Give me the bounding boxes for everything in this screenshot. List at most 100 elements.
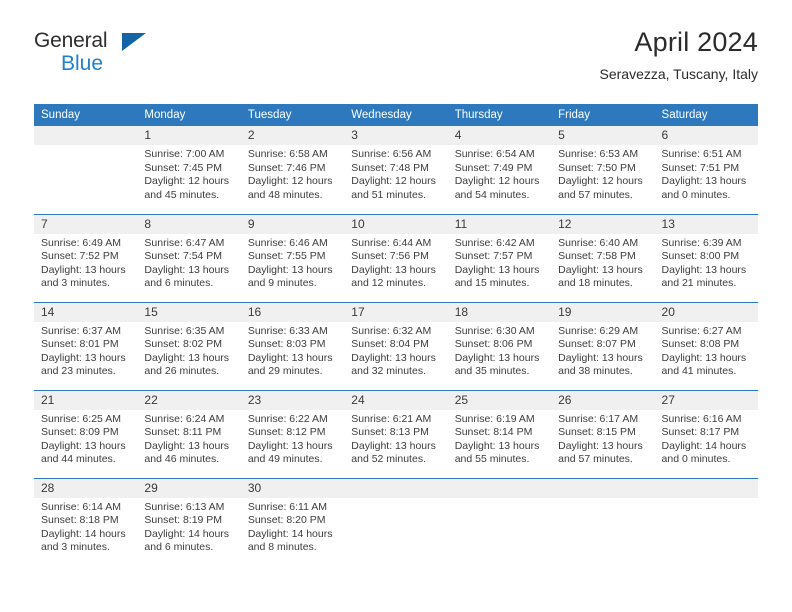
sunrise-time: Sunrise: 6:54 AM <box>454 148 535 160</box>
calendar-day-cell[interactable]: 12 Sunrise: 6:40 AM Sunset: 7:58 PM Dayligh… <box>551 213 655 302</box>
sunset-time: Sunset: 8:01 PM <box>41 338 119 351</box>
calendar-week-row: 28 Sunrise: 6:14 AM Sunset: 8:18 PM Dayligh… <box>34 477 758 566</box>
calendar-day-cell[interactable]: 7 Sunrise: 6:49 AM Sunset: 7:52 PM Daylight… <box>34 213 138 302</box>
calendar-day-cell[interactable]: 29 Sunrise: 6:13 AM Sunset: 8:19 PM Dayligh… <box>137 477 241 566</box>
day-number: 8 <box>137 214 241 234</box>
sunset-time: Sunset: 7:58 PM <box>558 250 636 263</box>
sunrise-time: Sunrise: 6:39 AM <box>661 236 742 249</box>
calendar-day-cell[interactable]: 19 Sunrise: 6:29 AM Sunset: 8:07 PM Dayligh… <box>551 301 655 390</box>
sunrise-time: Sunrise: 6:29 AM <box>558 324 639 337</box>
calendar-day-cell[interactable]: 10 Sunrise: 6:44 AM Sunset: 7:56 PM Dayligh… <box>344 213 448 302</box>
sunrise-time: Sunrise: 6:49 AM <box>41 236 121 249</box>
day-details: Sunrise: 6:27 AM Sunset: 8:08 PM Daylight:… <box>655 322 758 379</box>
weekday-header-tuesday: Tuesday <box>240 104 345 126</box>
daylight-line-2: and 41 minutes. <box>661 365 737 378</box>
day-number: 18 <box>447 302 552 322</box>
calendar-empty-cell <box>551 477 655 566</box>
day-details: Sunrise: 6:25 AM Sunset: 8:09 PM Daylight:… <box>34 410 137 467</box>
daylight-line-1: Daylight: 13 hours <box>247 439 333 452</box>
calendar-day-cell[interactable]: 26 Sunrise: 6:17 AM Sunset: 8:15 PM Dayligh… <box>551 389 655 478</box>
calendar-empty-cell <box>447 477 552 566</box>
sunrise-time: Sunrise: 6:13 AM <box>144 500 225 513</box>
sunset-time: Sunset: 8:00 PM <box>661 250 740 263</box>
sunset-time: Sunset: 7:56 PM <box>351 250 429 263</box>
daylight-line-2: and 18 minutes. <box>558 277 633 290</box>
day-number: 28 <box>34 478 138 498</box>
sunrise-time: Sunrise: 6:25 AM <box>41 412 121 425</box>
logo-text-blue: Blue <box>61 52 104 75</box>
calendar-day-cell[interactable]: 28 Sunrise: 6:14 AM Sunset: 8:18 PM Dayligh… <box>34 477 138 566</box>
sunrise-time: Sunrise: 6:40 AM <box>558 236 639 249</box>
day-number: 22 <box>137 390 241 410</box>
calendar-day-cell[interactable]: 20 Sunrise: 6:27 AM Sunset: 8:08 PM Dayligh… <box>654 301 758 390</box>
calendar-day-cell[interactable]: 16 Sunrise: 6:33 AM Sunset: 8:03 PM Dayligh… <box>240 301 345 390</box>
daylight-line-2: and 3 minutes. <box>41 541 110 554</box>
daylight-line-2: and 32 minutes. <box>351 365 426 378</box>
day-details: Sunrise: 6:56 AM Sunset: 7:48 PM Daylight:… <box>344 145 447 202</box>
calendar-day-cell[interactable]: 27 Sunrise: 6:16 AM Sunset: 8:17 PM Dayligh… <box>654 389 758 478</box>
daylight-line-1: Daylight: 13 hours <box>247 351 333 364</box>
day-number: 4 <box>447 126 552 145</box>
daylight-line-2: and 44 minutes. <box>41 453 116 466</box>
sunset-time: Sunset: 7:48 PM <box>351 161 429 174</box>
calendar-day-cell[interactable]: 1 Sunrise: 7:00 AM Sunset: 7:45 PM Daylight… <box>137 126 241 214</box>
day-number: 9 <box>240 214 345 234</box>
calendar-day-cell[interactable]: 18 Sunrise: 6:30 AM Sunset: 8:06 PM Dayligh… <box>447 301 552 390</box>
calendar-day-cell[interactable]: 4 Sunrise: 6:54 AM Sunset: 7:49 PM Daylight… <box>447 126 552 214</box>
daylight-line-2: and 45 minutes. <box>144 188 220 201</box>
sunrise-time: Sunrise: 6:19 AM <box>454 412 535 425</box>
calendar-day-cell[interactable]: 21 Sunrise: 6:25 AM Sunset: 8:09 PM Dayligh… <box>34 389 138 478</box>
day-details: Sunrise: 6:51 AM Sunset: 7:51 PM Daylight:… <box>655 145 758 202</box>
daylight-line-1: Daylight: 13 hours <box>144 351 230 364</box>
daylight-line-1: Daylight: 13 hours <box>41 351 126 364</box>
sunset-time: Sunset: 8:08 PM <box>661 338 740 351</box>
calendar-day-cell[interactable]: 2 Sunrise: 6:58 AM Sunset: 7:46 PM Daylight… <box>240 126 345 214</box>
calendar-day-cell[interactable]: 23 Sunrise: 6:22 AM Sunset: 8:12 PM Dayligh… <box>240 389 345 478</box>
day-details: Sunrise: 6:42 AM Sunset: 7:57 PM Daylight:… <box>448 234 551 291</box>
generalblue-logo[interactable]: General Blue <box>34 30 164 82</box>
day-details: Sunrise: 6:33 AM Sunset: 8:03 PM Daylight:… <box>241 322 344 379</box>
daylight-line-2: and 15 minutes. <box>454 277 530 290</box>
calendar-day-cell[interactable]: 14 Sunrise: 6:37 AM Sunset: 8:01 PM Dayligh… <box>34 301 138 390</box>
sunset-time: Sunset: 7:54 PM <box>144 250 223 263</box>
day-details: Sunrise: 6:21 AM Sunset: 8:13 PM Daylight:… <box>344 410 447 467</box>
sunrise-time: Sunrise: 6:30 AM <box>454 324 535 337</box>
day-number <box>654 478 758 498</box>
day-number: 10 <box>344 214 448 234</box>
daylight-line-2: and 3 minutes. <box>41 277 110 290</box>
calendar-day-cell[interactable]: 11 Sunrise: 6:42 AM Sunset: 7:57 PM Dayligh… <box>447 213 552 302</box>
sunset-time: Sunset: 8:09 PM <box>41 426 119 439</box>
daylight-line-1: Daylight: 13 hours <box>661 351 747 364</box>
sunset-time: Sunset: 8:02 PM <box>144 338 223 351</box>
sunrise-time: Sunrise: 6:51 AM <box>661 148 742 160</box>
calendar-day-cell[interactable]: 30 Sunrise: 6:11 AM Sunset: 8:20 PM Dayligh… <box>240 477 345 566</box>
daylight-line-1: Daylight: 13 hours <box>144 439 230 452</box>
day-details: Sunrise: 6:29 AM Sunset: 8:07 PM Daylight:… <box>551 322 654 379</box>
daylight-line-1: Daylight: 14 hours <box>41 527 126 540</box>
day-details: Sunrise: 6:14 AM Sunset: 8:18 PM Daylight:… <box>34 498 137 555</box>
sunrise-time: Sunrise: 6:33 AM <box>247 324 328 337</box>
calendar-day-cell[interactable]: 24 Sunrise: 6:21 AM Sunset: 8:13 PM Dayligh… <box>344 389 448 478</box>
daylight-line-1: Daylight: 13 hours <box>558 263 643 276</box>
day-details: Sunrise: 6:17 AM Sunset: 8:15 PM Daylight:… <box>551 410 654 467</box>
page-header: General Blue April 2024 Seravezza, Tusca… <box>34 26 758 96</box>
calendar-day-cell[interactable]: 15 Sunrise: 6:35 AM Sunset: 8:02 PM Dayligh… <box>137 301 241 390</box>
calendar-day-cell[interactable]: 17 Sunrise: 6:32 AM Sunset: 8:04 PM Dayligh… <box>344 301 448 390</box>
calendar-day-cell[interactable]: 25 Sunrise: 6:19 AM Sunset: 8:14 PM Dayligh… <box>447 389 552 478</box>
daylight-line-2: and 9 minutes. <box>247 277 317 290</box>
sunrise-time: Sunrise: 6:27 AM <box>661 324 742 337</box>
calendar-day-cell[interactable]: 13 Sunrise: 6:39 AM Sunset: 8:00 PM Dayligh… <box>654 213 758 302</box>
calendar-day-cell[interactable]: 8 Sunrise: 6:47 AM Sunset: 7:54 PM Daylight… <box>137 213 241 302</box>
day-number: 19 <box>551 302 655 322</box>
calendar-day-cell[interactable]: 22 Sunrise: 6:24 AM Sunset: 8:11 PM Dayligh… <box>137 389 241 478</box>
calendar-day-cell[interactable]: 5 Sunrise: 6:53 AM Sunset: 7:50 PM Daylight… <box>551 126 655 214</box>
calendar-day-cell[interactable]: 6 Sunrise: 6:51 AM Sunset: 7:51 PM Daylight… <box>654 126 758 214</box>
calendar-day-cell[interactable]: 9 Sunrise: 6:46 AM Sunset: 7:55 PM Daylight… <box>240 213 345 302</box>
sunset-time: Sunset: 8:12 PM <box>247 426 326 439</box>
sunrise-time: Sunrise: 6:37 AM <box>41 324 121 337</box>
daylight-line-1: Daylight: 13 hours <box>351 263 436 276</box>
day-number <box>34 126 138 145</box>
calendar-day-cell[interactable]: 3 Sunrise: 6:56 AM Sunset: 7:48 PM Daylight… <box>344 126 448 214</box>
weekday-header-saturday: Saturday <box>654 104 758 126</box>
day-details: Sunrise: 7:00 AM Sunset: 7:45 PM Daylight:… <box>137 145 240 202</box>
